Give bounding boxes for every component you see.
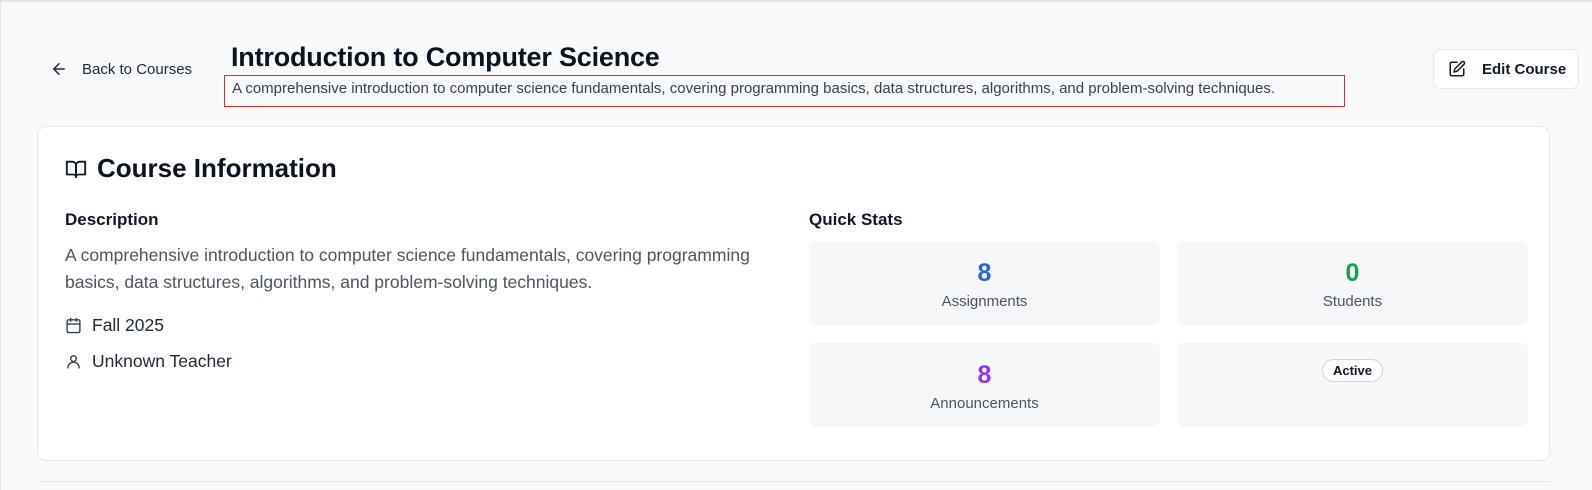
course-teacher: Unknown Teacher bbox=[65, 351, 232, 372]
quick-stats-label: Quick Stats bbox=[809, 210, 903, 229]
back-to-courses-link[interactable]: Back to Courses bbox=[50, 56, 192, 82]
course-information-heading: Course Information bbox=[97, 153, 337, 183]
course-teacher-text: Unknown Teacher bbox=[92, 351, 232, 371]
course-information-card: Course Information Description A compreh… bbox=[37, 126, 1550, 461]
stat-assignments-label: Assignments bbox=[941, 293, 1028, 310]
top-border bbox=[0, 0, 1592, 3]
stat-students: 0 Students bbox=[1177, 241, 1528, 325]
stat-students-value: 0 bbox=[1345, 259, 1360, 287]
stat-students-label: Students bbox=[1322, 293, 1383, 310]
stat-announcements-value: 8 bbox=[977, 361, 992, 389]
edit-course-label: Edit Course bbox=[1482, 60, 1567, 78]
stat-announcements-label: Announcements bbox=[930, 395, 1039, 412]
pencil-square-icon bbox=[1449, 60, 1466, 77]
next-section-border bbox=[37, 481, 1550, 490]
status-badge: Active bbox=[1321, 359, 1384, 382]
stat-assignments: 8 Assignments bbox=[809, 241, 1160, 325]
stat-status: Active bbox=[1177, 343, 1528, 427]
stat-announcements: 8 Announcements bbox=[809, 343, 1160, 427]
back-to-courses-label: Back to Courses bbox=[82, 60, 193, 78]
user-icon bbox=[67, 355, 80, 369]
edit-course-button[interactable]: Edit Course bbox=[1433, 49, 1579, 89]
course-description: A comprehensive introduction to computer… bbox=[65, 245, 750, 292]
page-subtitle: A comprehensive introduction to computer… bbox=[224, 75, 1345, 107]
arrow-left-icon bbox=[53, 63, 65, 75]
page-title: Introduction to Computer Science bbox=[231, 42, 660, 72]
book-open-icon bbox=[65, 160, 87, 178]
left-border bbox=[0, 0, 1, 490]
calendar-icon bbox=[66, 317, 81, 334]
course-term-text: Fall 2025 bbox=[92, 315, 164, 335]
stat-assignments-value: 8 bbox=[977, 259, 992, 287]
course-term: Fall 2025 bbox=[65, 315, 164, 336]
card-title: Course Information bbox=[65, 153, 337, 184]
description-label: Description bbox=[65, 210, 159, 229]
